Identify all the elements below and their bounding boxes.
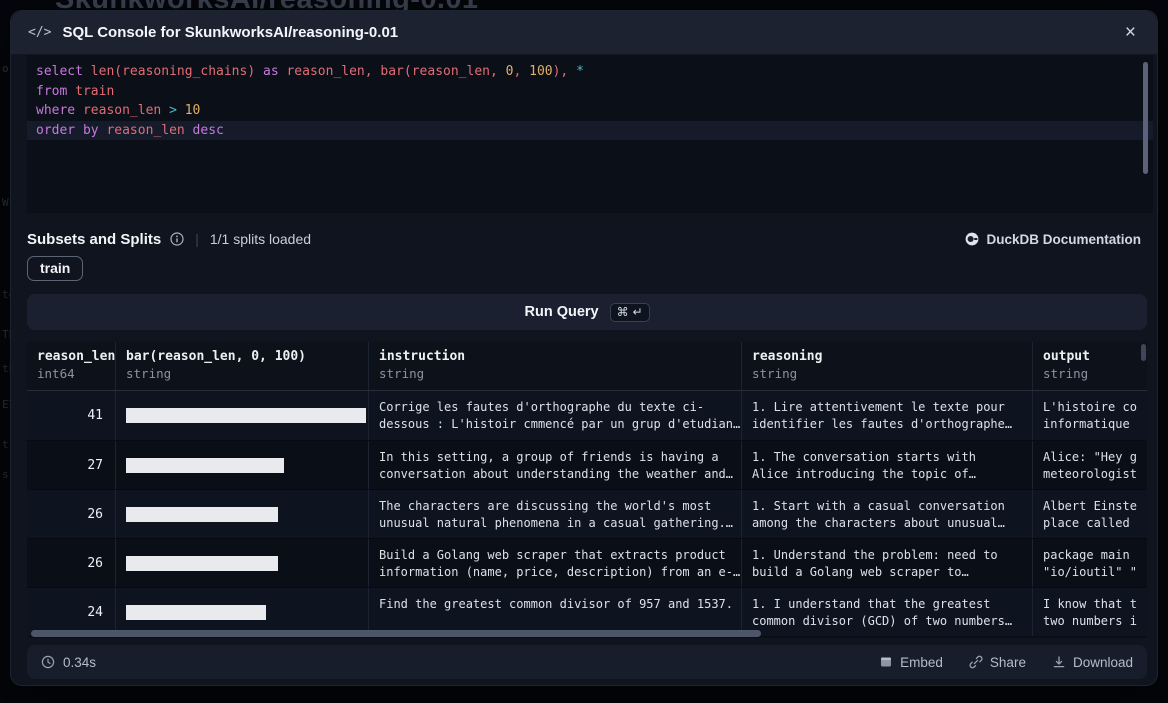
link-icon (969, 655, 983, 669)
modal-header: </> SQL Console for SkunkworksAI/reasoni… (11, 11, 1157, 55)
cell-reason-len: 27 (27, 441, 116, 489)
cell-bar (116, 490, 369, 538)
table-row: 26 The characters are discussing the worl… (27, 489, 1147, 538)
cell-reason-len: 24 (27, 588, 116, 636)
cell-bar (116, 539, 369, 587)
table-header-row: reason_len int64 bar(reason_len, 0, 100) st… (27, 342, 1147, 391)
embed-icon (879, 655, 893, 669)
cell-instruction: Build a Golang web scraper that extracts… (369, 539, 742, 587)
embed-button[interactable]: Embed (879, 655, 943, 670)
cell-reasoning: 1. The conversation starts with Alice in… (742, 441, 1033, 489)
duckdb-docs-label: DuckDB Documentation (986, 232, 1141, 247)
column-type: string (752, 366, 1026, 381)
cell-reasoning: 1. Start with a casual conversation amon… (742, 490, 1033, 538)
cell-reason-len: 41 (27, 391, 116, 440)
split-chip-train[interactable]: train (27, 256, 83, 281)
code-line: order by reason_len desc (27, 121, 1153, 141)
footer-actions: Embed Share (879, 655, 1133, 670)
column-name: bar(reason_len, 0, 100) (126, 349, 362, 364)
splits-loaded-status: 1/1 splits loaded (210, 231, 311, 247)
code-line: select len(reasoning_chains) as reason_l… (27, 62, 1153, 82)
download-button[interactable]: Download (1052, 655, 1133, 670)
background-fragment: W (2, 196, 9, 209)
cell-bar (116, 588, 369, 636)
editor-scrollbar[interactable] (1143, 62, 1148, 174)
code-line: from train (27, 82, 1153, 102)
cell-output: Albert Einste place called (1033, 490, 1147, 538)
column-type: string (1043, 366, 1141, 381)
cell-bar (116, 441, 369, 489)
background-fragment: s (2, 468, 9, 481)
column-header-reason-len: reason_len int64 (27, 342, 116, 390)
column-header-instruction: instruction string (369, 342, 742, 390)
sql-console-modal: </> SQL Console for SkunkworksAI/reasoni… (10, 10, 1158, 686)
run-query-button[interactable]: Run Query ⌘ ↵ (27, 294, 1147, 330)
modal-title: SQL Console for SkunkworksAI/reasoning-0… (62, 24, 1109, 41)
bar-chart-fill (126, 458, 284, 473)
table-vertical-scrollbar[interactable] (1141, 344, 1146, 361)
code-line: where reason_len > 10 (27, 101, 1153, 121)
duckdb-icon (965, 232, 979, 246)
cell-bar (116, 391, 369, 440)
column-name: reason_len (37, 349, 109, 364)
column-type: string (379, 366, 735, 381)
column-name: instruction (379, 349, 735, 364)
run-query-label: Run Query (525, 304, 599, 320)
bar-chart-fill (126, 556, 278, 571)
results-table: reason_len int64 bar(reason_len, 0, 100) st… (27, 342, 1147, 638)
share-button[interactable]: Share (969, 655, 1026, 670)
modal-footer: 0.34s Embed (27, 645, 1147, 679)
column-type: string (126, 366, 362, 381)
cell-output: Alice: "Hey g meteorologist (1033, 441, 1147, 489)
cell-instruction: The characters are discussing the world'… (369, 490, 742, 538)
column-header-reasoning: reasoning string (742, 342, 1033, 390)
cell-reason-len: 26 (27, 490, 116, 538)
horizontal-scrollbar[interactable] (31, 630, 761, 637)
column-name: output (1043, 349, 1141, 364)
cell-reason-len: 26 (27, 539, 116, 587)
bar-chart-fill (126, 605, 266, 620)
info-icon[interactable] (170, 232, 184, 246)
query-elapsed-time: 0.34s (41, 655, 96, 670)
clock-icon (41, 655, 55, 669)
cell-instruction: Corrige les fautes d'orthographe du text… (369, 391, 742, 440)
cell-reasoning: 1. Understand the problem: need to build… (742, 539, 1033, 587)
close-button[interactable]: × (1121, 21, 1140, 44)
duckdb-docs-link[interactable]: DuckDB Documentation (959, 231, 1147, 248)
cell-instruction: In this setting, a group of friends is h… (369, 441, 742, 489)
bar-chart-fill (126, 408, 366, 423)
subsets-title: Subsets and Splits (27, 231, 161, 248)
table-row: 41 Corrige les fautes d'orthographe du te… (27, 391, 1147, 440)
table-row: 26 Build a Golang web scraper that extrac… (27, 538, 1147, 587)
cell-reasoning: 1. Lire attentivement le texte pour iden… (742, 391, 1033, 440)
column-header-output: output string (1033, 342, 1147, 390)
keyboard-shortcut-badge: ⌘ ↵ (610, 303, 650, 322)
column-header-bar-reason-len-0-100-: bar(reason_len, 0, 100) string (116, 342, 369, 390)
table-row: 27 In this setting, a group of friends is… (27, 440, 1147, 489)
column-name: reasoning (752, 349, 1026, 364)
cell-output: I know that t two numbers i (1033, 588, 1147, 636)
splits-chip-list: train (27, 256, 83, 281)
subsets-row: Subsets and Splits | 1/1 splits loaded D… (27, 228, 1147, 250)
cell-reasoning: 1. I understand that the greatest common… (742, 588, 1033, 636)
column-type: int64 (37, 366, 109, 381)
download-icon (1052, 655, 1066, 669)
cell-output: package main "io/ioutil" " (1033, 539, 1147, 587)
sql-editor[interactable]: select len(reasoning_chains) as reason_l… (27, 55, 1153, 213)
cell-instruction: Find the greatest common divisor of 957 … (369, 588, 742, 636)
code-icon: </> (28, 25, 51, 40)
bar-chart-fill (126, 507, 278, 522)
cell-output: L'histoire co informatique (1033, 391, 1147, 440)
table-row: 24 Find the greatest common divisor of 95… (27, 587, 1147, 636)
divider: | (193, 231, 201, 247)
